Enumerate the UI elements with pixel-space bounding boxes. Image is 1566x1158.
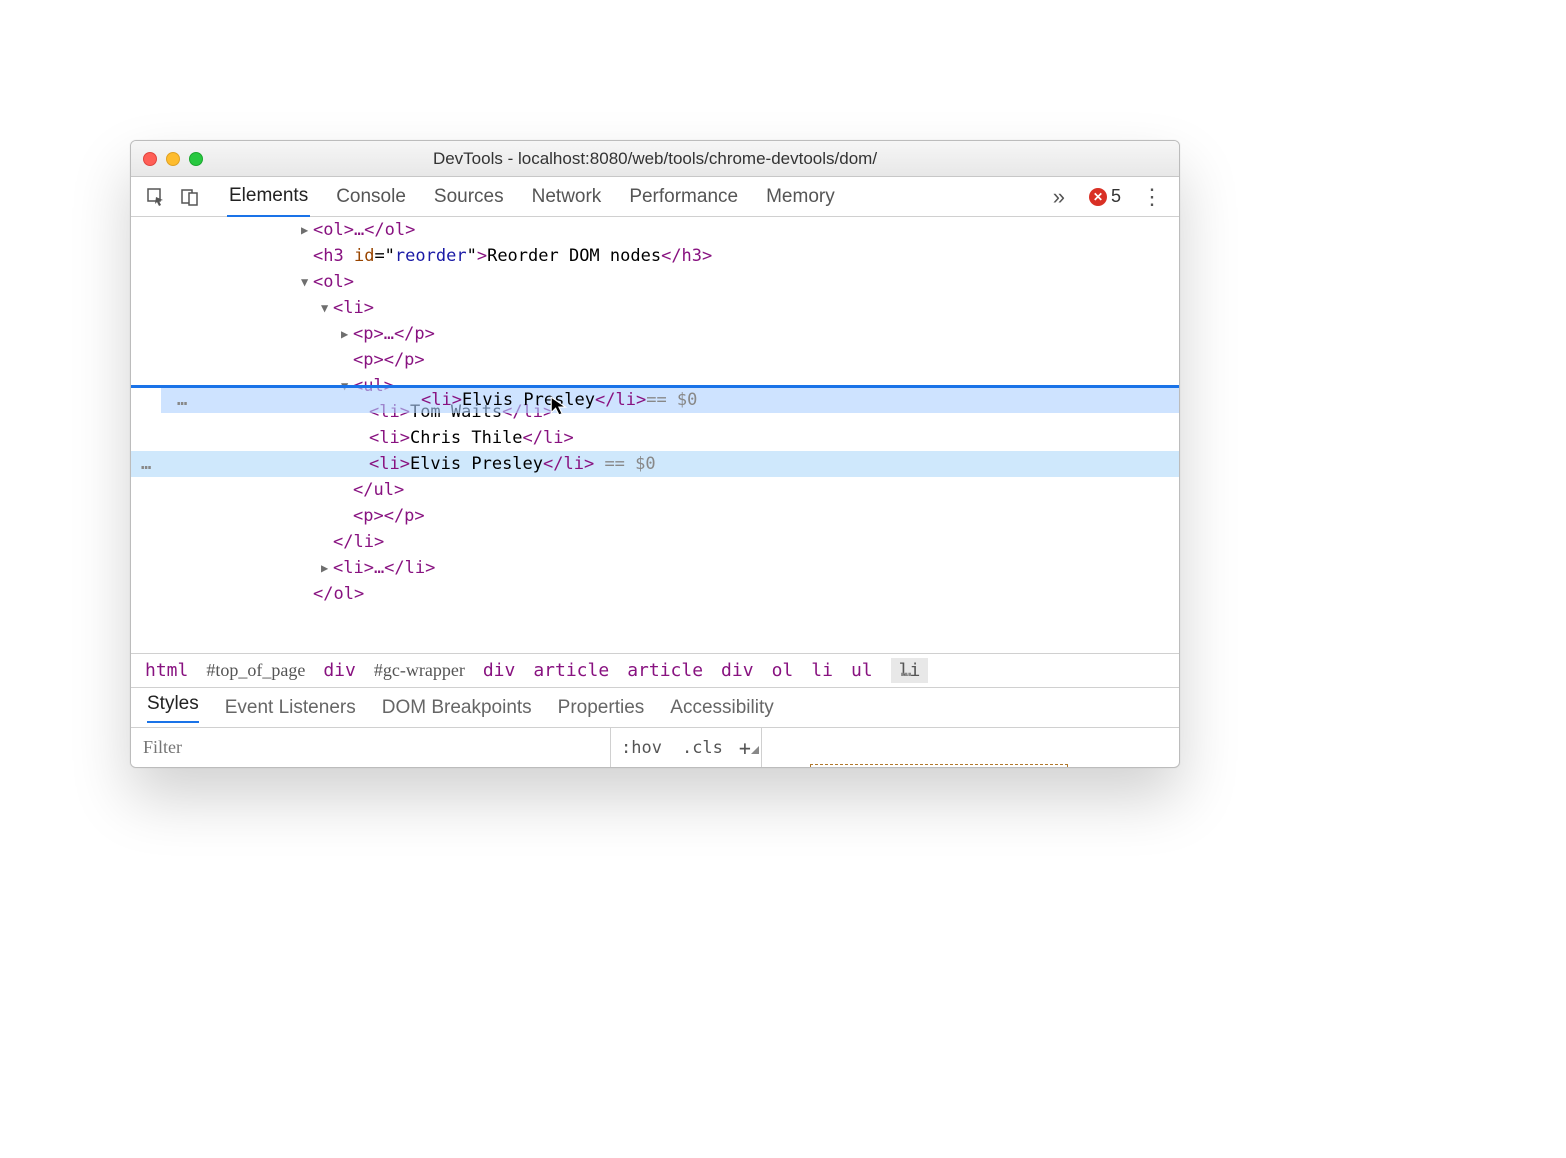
tree-row[interactable]: <p></p> [131, 503, 1179, 529]
tab-elements[interactable]: Elements [227, 177, 310, 217]
tree-row-selected[interactable]: <li>Elvis Presley</li> == $0 [131, 451, 1179, 477]
tree-row[interactable]: </ol> [131, 581, 1179, 607]
bc-ol[interactable]: ol [772, 660, 794, 681]
bc-html[interactable]: html [145, 660, 188, 681]
bc-li[interactable]: li [811, 660, 833, 681]
minimize-icon[interactable] [166, 152, 180, 166]
toolbar: Elements Console Sources Network Perform… [131, 177, 1179, 217]
kebab-icon[interactable]: ⋮ [1141, 184, 1163, 210]
tree-row[interactable]: <p></p> [131, 347, 1179, 373]
tree-row[interactable]: ▶<p>…</p> [131, 321, 1179, 347]
tab-sources[interactable]: Sources [432, 178, 506, 216]
close-icon[interactable] [143, 152, 157, 166]
styles-filterbar: :hov .cls + [131, 727, 1179, 767]
zoom-icon[interactable] [189, 152, 203, 166]
drop-indicator [131, 385, 1179, 388]
tab-styles[interactable]: Styles [147, 693, 199, 723]
tree-row[interactable]: <li>Chris Thile</li> [131, 425, 1179, 451]
tab-accessibility[interactable]: Accessibility [670, 697, 773, 719]
error-icon: ✕ [1089, 188, 1107, 206]
bc-article2[interactable]: article [627, 660, 703, 681]
tree-row[interactable]: ▼<ol> [131, 269, 1179, 295]
breadcrumb[interactable]: html #top_of_page div #gc-wrapper div ar… [131, 653, 1179, 687]
tree-row[interactable]: ▼<li> [131, 295, 1179, 321]
margin-box-icon [810, 764, 1068, 768]
tab-performance[interactable]: Performance [627, 178, 740, 216]
dom-tree[interactable]: ▶<ol>…</ol> <h3 id="reorder">Reorder DOM… [131, 217, 1179, 653]
bc-article[interactable]: article [533, 660, 609, 681]
drag-ghost: … <li>Elvis Presley</li> == $0 [161, 387, 1179, 413]
window-title: DevTools - localhost:8080/web/tools/chro… [131, 149, 1179, 169]
error-count: 5 [1111, 186, 1121, 207]
filter-input[interactable] [131, 728, 611, 767]
tab-properties[interactable]: Properties [558, 697, 645, 719]
bc-top[interactable]: #top_of_page [206, 660, 305, 681]
hov-toggle[interactable]: :hov [611, 738, 672, 758]
titlebar: DevTools - localhost:8080/web/tools/chro… [131, 141, 1179, 177]
new-style-rule-button[interactable]: + [733, 736, 761, 760]
cls-toggle[interactable]: .cls [672, 738, 733, 758]
tree-row[interactable]: ▶<ol>…</ol> [131, 217, 1179, 243]
inspect-icon[interactable] [141, 182, 171, 212]
bc-div[interactable]: div [323, 660, 356, 681]
tree-row[interactable]: ▶<li>…</li> [131, 555, 1179, 581]
bc-div2[interactable]: div [483, 660, 516, 681]
bc-ul[interactable]: ul [851, 660, 873, 681]
bc-div3[interactable]: div [721, 660, 754, 681]
box-model-pane [761, 728, 1179, 767]
styles-tabbar: Styles Event Listeners DOM Breakpoints P… [131, 687, 1179, 727]
tree-row[interactable]: </ul> [131, 477, 1179, 503]
bc-li-selected[interactable]: li [891, 658, 929, 683]
bc-gc[interactable]: #gc-wrapper [374, 660, 465, 681]
tree-row[interactable]: <h3 id="reorder">Reorder DOM nodes</h3> [131, 243, 1179, 269]
tab-network[interactable]: Network [530, 178, 604, 216]
tree-row[interactable]: </li> [131, 529, 1179, 555]
error-badge[interactable]: ✕ 5 [1089, 186, 1121, 207]
tab-event-listeners[interactable]: Event Listeners [225, 697, 356, 719]
tab-console[interactable]: Console [334, 178, 408, 216]
traffic-lights [143, 152, 203, 166]
devtools-window: DevTools - localhost:8080/web/tools/chro… [130, 140, 1180, 768]
tab-dom-breakpoints[interactable]: DOM Breakpoints [382, 697, 532, 719]
tab-memory[interactable]: Memory [764, 178, 837, 216]
overflow-icon[interactable]: » [1053, 184, 1065, 210]
device-toggle-icon[interactable] [175, 182, 205, 212]
